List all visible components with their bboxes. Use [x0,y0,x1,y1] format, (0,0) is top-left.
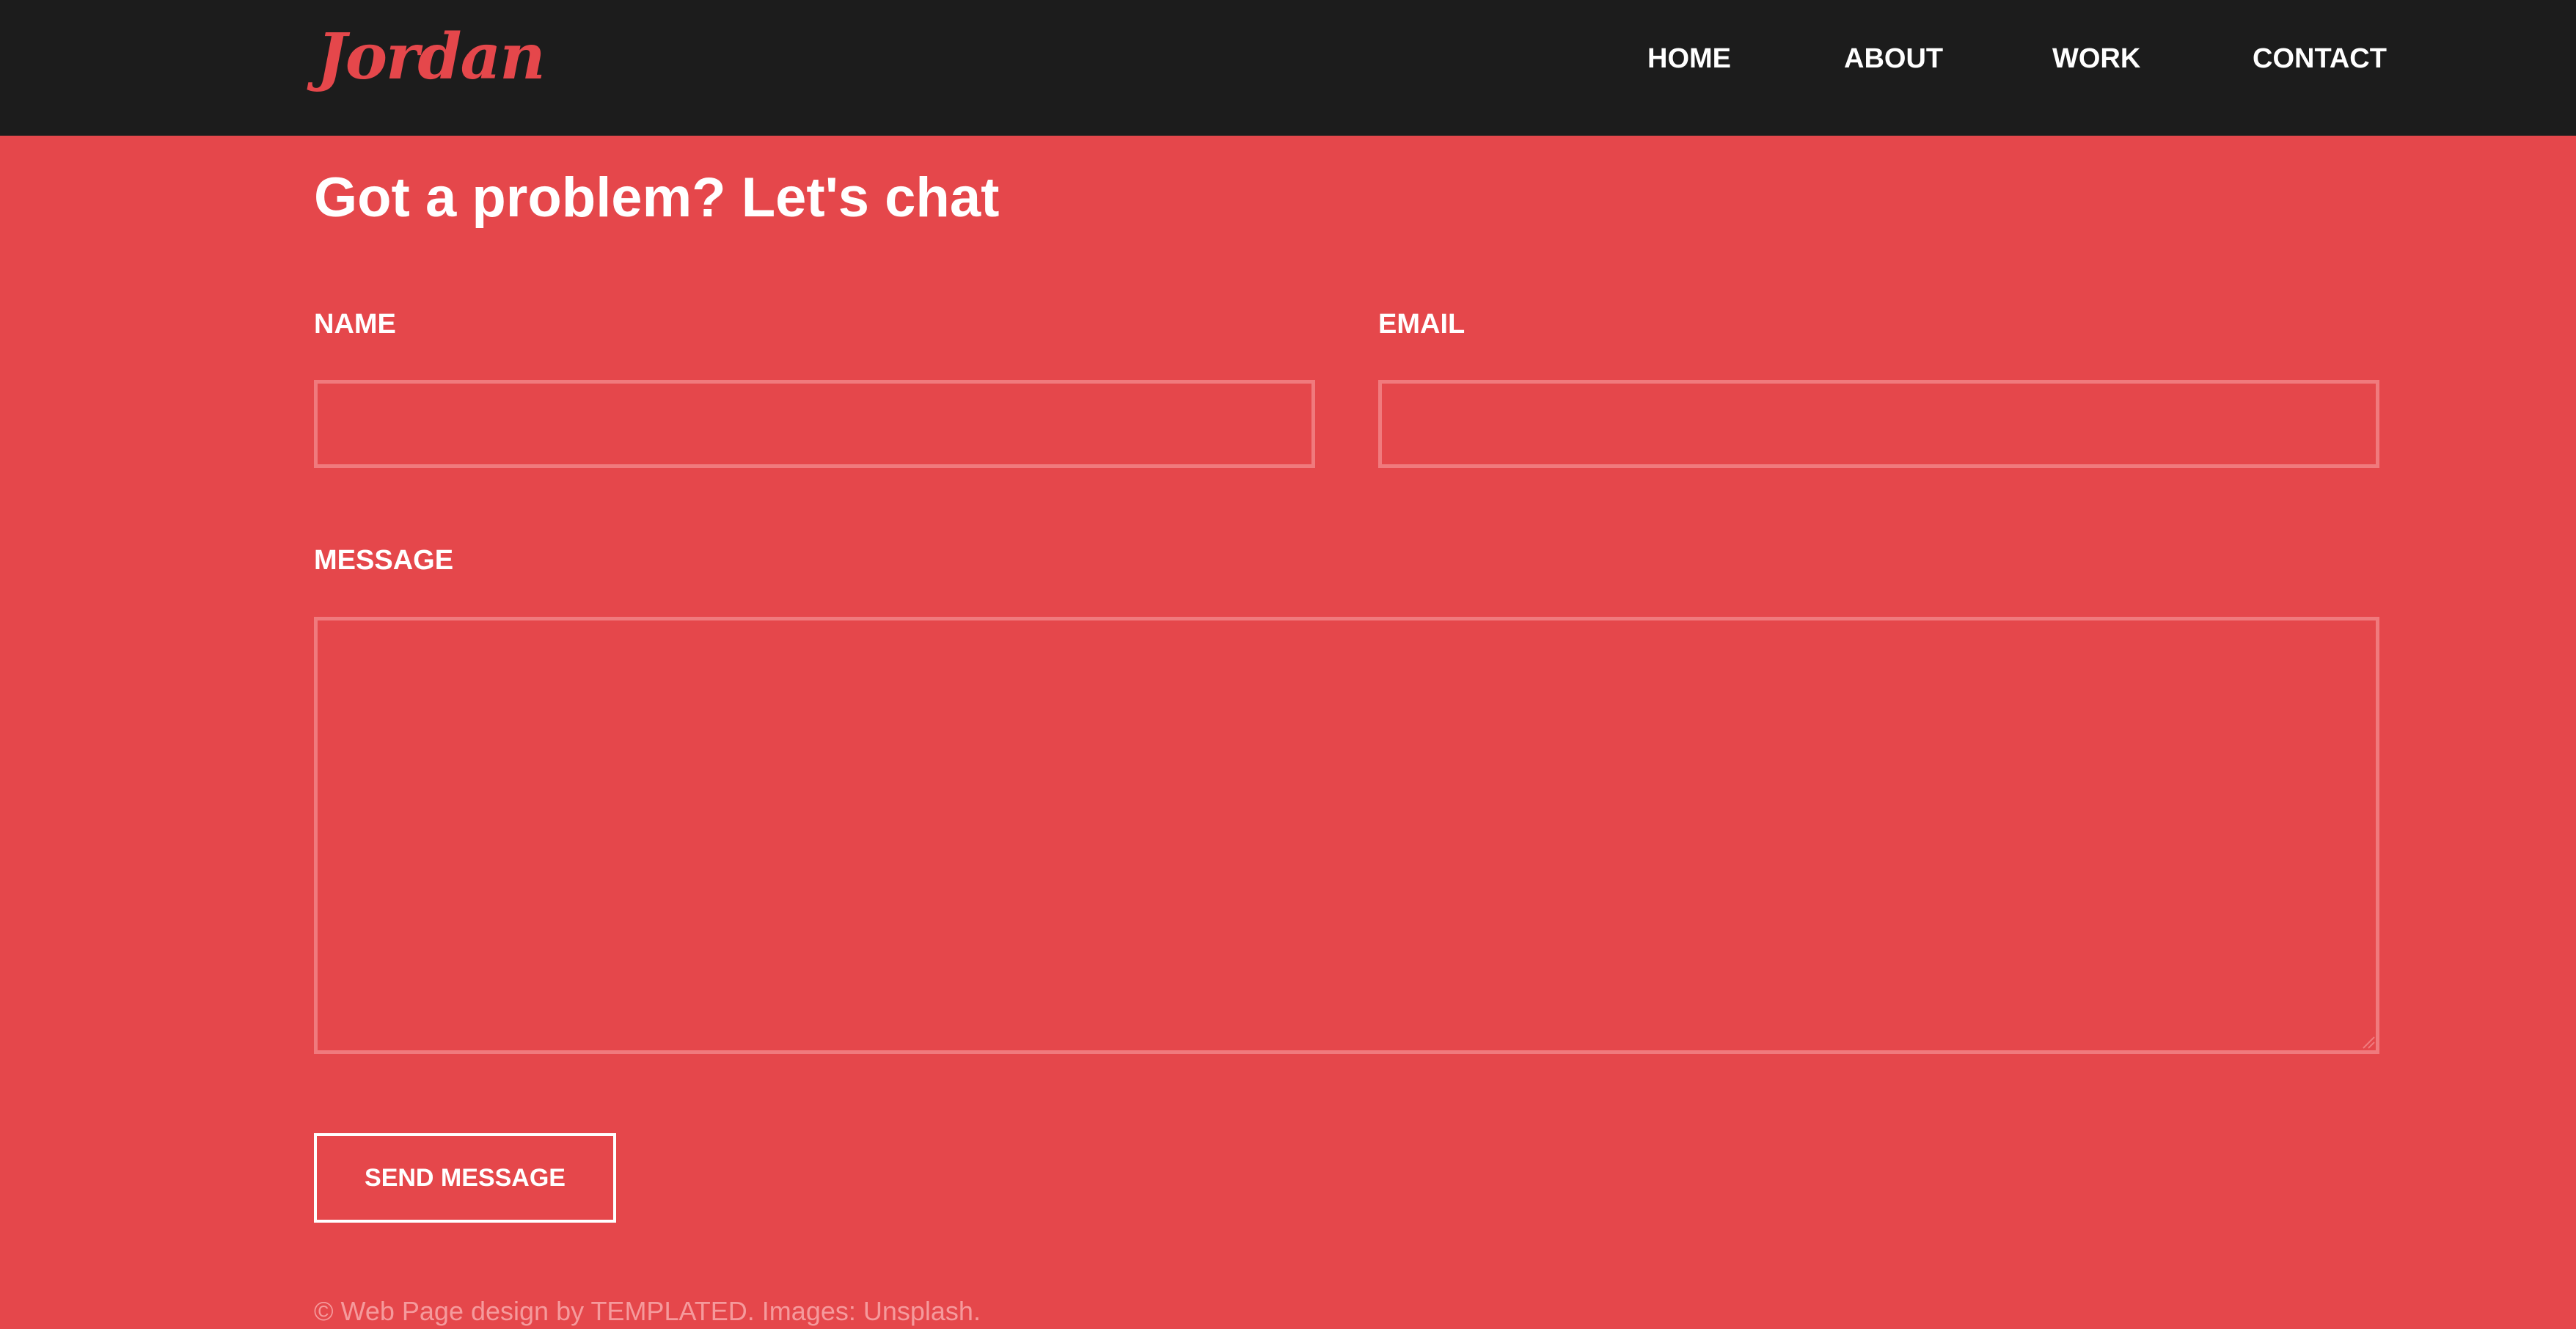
contact-heading: Got a problem? Let's chat [314,166,1000,229]
nav-link-contact[interactable]: CONTACT [2253,41,2387,76]
nav-link-about[interactable]: ABOUT [1844,41,1943,76]
message-label: MESSAGE [314,545,454,576]
resize-grip-icon[interactable] [2360,1034,2375,1049]
send-message-button[interactable]: SEND MESSAGE [314,1133,616,1223]
message-textarea[interactable] [314,617,2379,1054]
name-input[interactable] [314,380,1315,468]
email-input[interactable] [1378,380,2379,468]
top-navigation-bar: Jordan HOME ABOUT WORK CONTACT [0,0,2576,136]
email-label: EMAIL [1378,309,1466,340]
nav-link-work[interactable]: WORK [2052,41,2140,76]
footer-copyright: © Web Page design by TEMPLATED. Images: … [314,1296,981,1326]
name-label: NAME [314,309,396,340]
main-nav: HOME ABOUT WORK CONTACT [0,0,2576,117]
nav-link-home[interactable]: HOME [1647,41,1731,76]
